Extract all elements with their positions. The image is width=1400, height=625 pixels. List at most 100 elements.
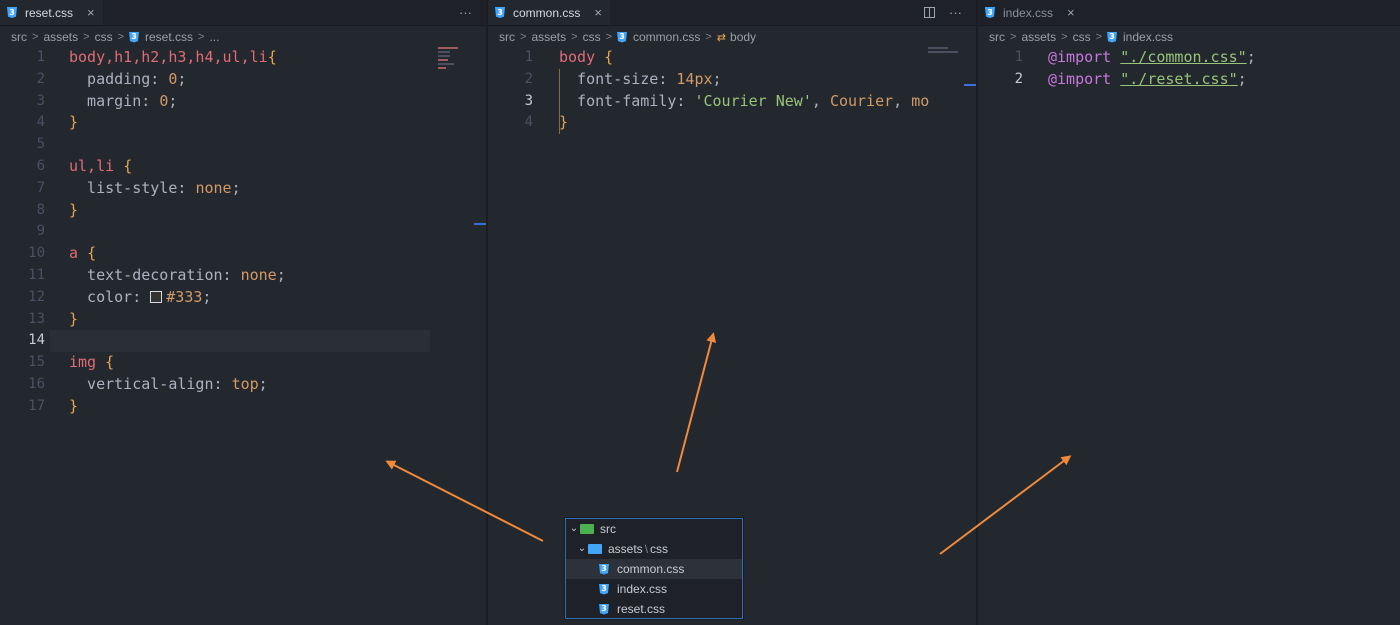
code-editor[interactable]: 1 @import "./common.css"; 2 @import "./rese… xyxy=(978,47,1400,91)
split-editor-icon[interactable] xyxy=(924,7,935,18)
line-number: 3 xyxy=(524,92,533,109)
close-icon[interactable]: × xyxy=(594,5,602,20)
breadcrumb-item[interactable]: assets xyxy=(1021,30,1056,44)
code-token: "./common.css" xyxy=(1120,48,1247,66)
breadcrumb-item[interactable]: reset.css xyxy=(145,30,193,44)
tree-item-file[interactable]: 3 index.css xyxy=(566,579,742,599)
chevron-right-icon: > xyxy=(1061,31,1068,43)
breadcrumb-item[interactable]: css xyxy=(1073,30,1091,44)
css-file-icon: 3 xyxy=(7,7,17,18)
tree-item-assets-css[interactable]: ⌄ assets \ css xyxy=(566,539,742,559)
minimap[interactable] xyxy=(438,45,476,75)
more-actions-icon[interactable]: ··· xyxy=(459,5,472,20)
breadcrumb-item[interactable]: css xyxy=(95,30,113,44)
code-token: margin: xyxy=(69,91,160,110)
code-line[interactable]: 13} xyxy=(0,309,486,331)
code-token: ; xyxy=(712,69,722,88)
code-token: ; xyxy=(1246,48,1256,66)
code-line[interactable]: 10 a { xyxy=(0,243,486,265)
code-token: padding: xyxy=(69,69,169,88)
close-icon[interactable]: × xyxy=(1067,5,1075,20)
code-text: font-family: 'Courier New', Courier, mo xyxy=(559,91,929,113)
breadcrumb-item[interactable]: ... xyxy=(209,30,219,44)
color-swatch[interactable] xyxy=(150,290,163,303)
file-explorer: ⌄ src ⌄ assets \ css 3 common.css 3 index.c… xyxy=(565,518,743,619)
code-line[interactable]: 3 font-family: 'Courier New', Courier, m… xyxy=(488,91,976,113)
breadcrumb-item[interactable]: common.css xyxy=(633,30,700,44)
line-number: 7 xyxy=(36,179,45,196)
code-line[interactable]: 2 padding: 0; xyxy=(0,69,486,91)
code-token: font-size: xyxy=(559,69,677,88)
code-token: ; xyxy=(258,374,268,393)
code-text: @import "./common.css"; xyxy=(1048,47,1256,69)
code-line[interactable]: 4} xyxy=(488,112,976,134)
code-line[interactable]: 17} xyxy=(0,396,486,418)
editor-pane-reset: 3 reset.css × ··· src > assets > css >3 reset.… xyxy=(0,0,486,625)
code-line[interactable]: 4} xyxy=(0,112,486,134)
code-line[interactable]: 8} xyxy=(0,200,486,222)
minimap[interactable] xyxy=(928,45,966,75)
chevron-down-icon[interactable]: ⌄ xyxy=(576,539,588,559)
tab-bar: 3 index.css × xyxy=(978,0,1400,26)
code-token: mo xyxy=(911,91,930,110)
code-text: ul,li { xyxy=(69,156,132,178)
code-line[interactable]: 1 body,h1,h2,h3,h4,ul,li{ xyxy=(0,47,486,69)
code-line[interactable]: 3 margin: 0; xyxy=(0,91,486,113)
breadcrumb-item[interactable]: assets xyxy=(43,30,78,44)
code-editor[interactable]: 1 body,h1,h2,h3,h4,ul,li{2 padding: 0; 3 m… xyxy=(0,47,486,418)
code-line[interactable]: 12 color: #333; xyxy=(0,287,486,309)
more-actions-icon[interactable]: ··· xyxy=(949,5,962,20)
scrollbar-marker[interactable] xyxy=(474,223,486,225)
tab-index-css[interactable]: 3 index.css × xyxy=(978,0,1083,25)
code-line[interactable]: 11 text-decoration: none; xyxy=(0,265,486,287)
line-number: 15 xyxy=(28,354,45,371)
code-line[interactable]: 2 @import "./reset.css"; xyxy=(978,69,1400,91)
tree-item-file[interactable]: 3 reset.css xyxy=(566,599,742,619)
editor-pane-index: 3 index.css × src > assets > css >3 index.css … xyxy=(978,0,1400,625)
breadcrumb-item[interactable]: css xyxy=(583,30,601,44)
code-token: 'Courier New' xyxy=(694,91,812,110)
breadcrumb-item[interactable]: src xyxy=(499,30,515,44)
code-line[interactable]: 2 font-size: 14px; xyxy=(488,69,976,91)
code-line[interactable]: 14 xyxy=(0,330,486,353)
chevron-right-icon: > xyxy=(520,31,527,43)
breadcrumb-item[interactable]: src xyxy=(989,30,1005,44)
code-text: body,h1,h2,h3,h4,ul,li{ xyxy=(69,47,277,69)
close-icon[interactable]: × xyxy=(87,5,95,20)
scrollbar-marker[interactable] xyxy=(964,84,976,86)
breadcrumb-item[interactable]: index.css xyxy=(1123,30,1173,44)
tab-bar: 3 common.css × ··· xyxy=(488,0,976,26)
tab-common-css[interactable]: 3 common.css × xyxy=(488,0,610,25)
tab-reset-css[interactable]: 3 reset.css × xyxy=(0,0,103,25)
line-number: 2 xyxy=(524,70,533,87)
code-line[interactable]: 7 list-style: none; xyxy=(0,178,486,200)
tree-item-file[interactable]: 3 common.css xyxy=(566,559,742,579)
code-line[interactable]: 1 body { xyxy=(488,47,976,69)
code-line[interactable]: 1 @import "./common.css"; xyxy=(978,47,1400,69)
code-editor[interactable]: 1 body {2 font-size: 14px; 3 font-family: … xyxy=(488,47,976,134)
line-number: 16 xyxy=(28,375,45,392)
code-text: color: #333; xyxy=(69,287,211,309)
code-line[interactable]: 5 xyxy=(0,134,486,156)
css-file-icon: 3 xyxy=(129,31,139,43)
code-token: , xyxy=(811,91,830,110)
code-line[interactable]: 15 img { xyxy=(0,352,486,374)
tab-label: common.css xyxy=(513,5,581,20)
breadcrumb: src > assets > css >3 common.css > ⇄ body xyxy=(499,29,756,45)
tree-item-src[interactable]: ⌄ src xyxy=(566,519,742,539)
code-line[interactable]: 9 xyxy=(0,221,486,243)
chevron-right-icon: > xyxy=(1095,31,1102,43)
code-line[interactable]: 6 ul,li { xyxy=(0,156,486,178)
code-token: } xyxy=(69,200,79,219)
css-file-icon: 3 xyxy=(985,7,995,18)
code-token: } xyxy=(69,396,79,415)
code-token: ; xyxy=(231,178,241,197)
line-number: 3 xyxy=(36,92,45,109)
folder-icon xyxy=(580,524,594,534)
code-line[interactable]: 16 vertical-align: top; xyxy=(0,374,486,396)
breadcrumb-item[interactable]: src xyxy=(11,30,27,44)
css-file-icon: 3 xyxy=(495,7,505,18)
chevron-down-icon[interactable]: ⌄ xyxy=(568,519,580,539)
breadcrumb-item[interactable]: assets xyxy=(531,30,566,44)
breadcrumb-symbol[interactable]: body xyxy=(730,30,756,44)
